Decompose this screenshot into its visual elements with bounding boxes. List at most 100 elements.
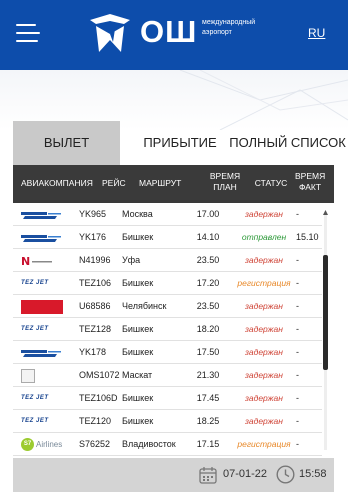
svg-text:N: N	[21, 255, 30, 267]
flight-number: YK178	[79, 347, 107, 357]
fact-time: -	[296, 416, 299, 426]
table-row[interactable]: N N41996 Уфа 23.50 задержан -	[13, 249, 322, 272]
tez-jet-logo: TEZ JET	[21, 326, 49, 332]
status-label: регистрация	[237, 439, 291, 449]
logo-subtitle-line2: аэропорт	[202, 29, 232, 36]
airport-logo-icon[interactable]	[88, 14, 132, 54]
tez-jet-logo: TEZ JET	[21, 418, 49, 424]
fact-time: -	[296, 301, 299, 311]
table-row[interactable]: U68586 Челябинск 23.50 задержан -	[13, 295, 322, 318]
scroll-up-arrow-icon[interactable]	[323, 210, 328, 215]
table-row[interactable]: TEZ JET TEZ120 Бишкек 18.25 задержан -	[13, 410, 322, 433]
fact-time: -	[296, 278, 299, 288]
fact-time: -	[296, 393, 299, 403]
plan-time: 17.15	[196, 439, 220, 449]
route-city: Москва	[122, 209, 153, 219]
route-city: Бишкек	[122, 278, 154, 288]
header-status: СТАТУС	[254, 178, 288, 188]
calendar-icon	[199, 467, 217, 484]
route-city: Челябинск	[122, 301, 167, 311]
route-city: Бишкек	[122, 347, 154, 357]
tez-jet-logo: TEZ JET	[21, 280, 49, 286]
plan-time: 18.25	[196, 416, 220, 426]
s7-airlines-logo: S7 Airlines	[21, 433, 63, 456]
route-city: Маскат	[122, 370, 153, 380]
route-city: Уфа	[122, 255, 141, 265]
route-city: Владивосток	[122, 439, 176, 449]
hamburger-menu-icon[interactable]	[16, 22, 40, 44]
flight-number: YK176	[79, 232, 107, 242]
fact-time: -	[296, 324, 299, 334]
flight-number: S76252	[79, 439, 111, 449]
plan-time: 14.10	[196, 232, 220, 242]
tab-arrival[interactable]: ПРИБЫТИЕ	[130, 121, 230, 165]
header-route: МАРШРУТ	[139, 178, 182, 188]
plan-time: 17.20	[196, 278, 220, 288]
route-city: Бишкек	[122, 324, 154, 334]
header-airline: АВИАКОМПАНИЯ	[21, 178, 93, 188]
status-label: задержан	[245, 255, 283, 265]
fact-time: -	[296, 347, 299, 357]
flight-number: TEZ120	[79, 416, 112, 426]
table-row[interactable]: TEZ JET TEZ106D Бишкек 17.45 задержан -	[13, 387, 322, 410]
plan-time: 23.50	[196, 301, 220, 311]
status-label: регистрация	[237, 278, 291, 288]
status-label: задержан	[245, 347, 283, 357]
plan-time: 17.00	[196, 209, 220, 219]
table-row[interactable]: YK965 Москва 17.00 задержан -	[13, 203, 322, 226]
table-row[interactable]: YK178 Бишкек 17.50 задержан -	[13, 341, 322, 364]
fact-time: -	[296, 255, 299, 265]
flight-number: TEZ128	[79, 324, 112, 334]
plan-time: 18.20	[196, 324, 220, 334]
ural-airlines-logo	[21, 295, 63, 318]
clock-icon	[276, 465, 295, 484]
avia-traffic-logo	[21, 341, 63, 364]
status-label: отправлен	[241, 232, 287, 242]
status-label: задержан	[245, 324, 283, 334]
avia-traffic-logo	[21, 226, 63, 249]
header-fact-line2: ФАКТ	[298, 182, 322, 192]
status-label: задержан	[245, 209, 283, 219]
table-row[interactable]: TEZ JET TEZ106 Бишкек 17.20 регистрация -	[13, 272, 322, 295]
flight-number: U68586	[79, 301, 111, 311]
flight-number: TEZ106	[79, 278, 112, 288]
status-label: задержан	[245, 370, 283, 380]
route-city: Бишкек	[122, 232, 154, 242]
scrollbar-thumb[interactable]	[323, 255, 328, 370]
flight-number: YK965	[79, 209, 107, 219]
table-row[interactable]: YK176 Бишкек 14.10 отправлен 15.10	[13, 226, 322, 249]
tab-departure[interactable]: ВЫЛЕТ	[13, 121, 120, 165]
app-header: ОШ международный аэропорт RU	[0, 0, 348, 70]
table-row[interactable]: TEZ JET TEZ128 Бишкек 18.20 задержан -	[13, 318, 322, 341]
table-scrollbar[interactable]	[323, 210, 328, 450]
plan-time: 17.50	[196, 347, 220, 357]
avia-traffic-logo	[21, 203, 63, 226]
status-label: задержан	[245, 301, 283, 311]
tab-full-list[interactable]: ПОЛНЫЙ СПИСОК	[227, 121, 348, 165]
flight-number: OMS1072	[79, 370, 120, 380]
tez-jet-logo: TEZ JET	[21, 395, 49, 401]
header-fact-time: ВРЕМЯ ФАКТ	[295, 171, 325, 193]
route-city: Бишкек	[122, 416, 154, 426]
table-row[interactable]: S7 Airlines S76252 Владивосток 17.15 регистра…	[13, 433, 322, 456]
current-time: 15:58	[299, 468, 327, 480]
nordwind-logo: N	[21, 249, 63, 272]
fact-time: -	[296, 209, 299, 219]
plan-time: 23.50	[196, 255, 220, 265]
header-fact-line1: ВРЕМЯ	[295, 171, 326, 181]
flight-number: TEZ106D	[79, 393, 118, 403]
table-row[interactable]: OMS1072 Маскат 21.30 задержан -	[13, 364, 322, 387]
language-switch[interactable]: RU	[308, 26, 325, 40]
plan-time: 17.45	[196, 393, 220, 403]
route-city: Бишкек	[122, 393, 154, 403]
flight-tabs: ВЫЛЕТ ПРИБЫТИЕ ПОЛНЫЙ СПИСОК	[13, 121, 348, 165]
fact-time: -	[296, 370, 299, 380]
header-plan-time: ВРЕМЯ ПЛАН	[205, 171, 245, 193]
status-label: задержан	[245, 416, 283, 426]
plan-time: 21.30	[196, 370, 220, 380]
header-flight: РЕЙС	[102, 178, 126, 188]
current-date: 07-01-22	[223, 468, 268, 480]
fact-time: -	[296, 439, 299, 449]
fact-time: 15.10	[296, 232, 319, 242]
logo-subtitle: международный аэропорт	[202, 18, 272, 38]
